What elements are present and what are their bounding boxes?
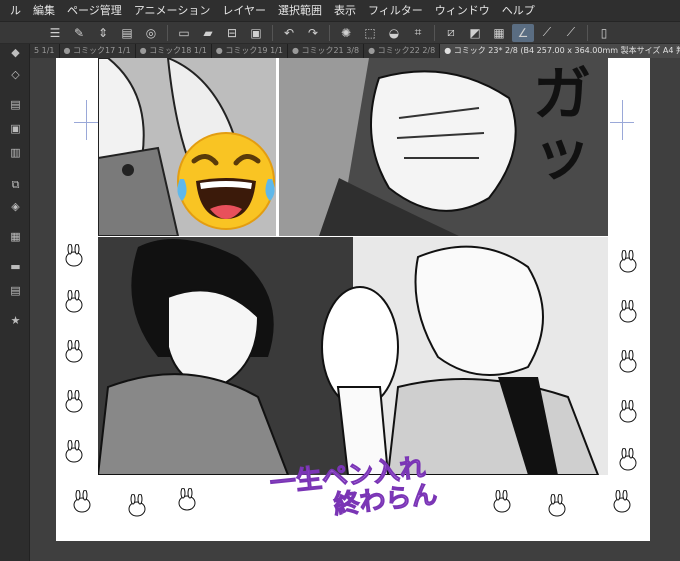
clip-studio-window: ル 編集 ページ管理 アニメーション レイヤー 選択範囲 表示 フィルター ウィ… [0, 0, 680, 561]
snap-grid-icon[interactable]: ▦ [488, 24, 510, 42]
layer-icon[interactable]: ▤ [116, 24, 138, 42]
panel-art [98, 237, 608, 475]
folder-icon[interactable]: ▰ [197, 24, 219, 42]
layer-panel-icon[interactable]: ▤ [8, 98, 23, 111]
bunny-doodle-icon [613, 490, 631, 513]
clear-selection-icon[interactable]: ⬚ [359, 24, 381, 42]
bunny-doodle-icon [65, 340, 83, 363]
menu-item-layer[interactable]: レイヤー [216, 0, 272, 22]
bunny-doodle-icon [128, 494, 146, 517]
tool-palette: ◆ ◇ ▤ ▣ ▥ ⧉ ◈ ▦ ▬ ▤ ★ [0, 44, 30, 561]
bunny-doodle-icon [493, 490, 511, 513]
command-bar: ☰ ✎ ⇕ ▤ ◎ ▭ ▰ ⊟ ▣ ↶ ↷ ✺ ⬚ ◒ ⌗ ⧄ ◩ ▦ ∠ ⟋ … [0, 22, 680, 44]
redo-icon[interactable]: ↷ [302, 24, 324, 42]
fill-icon[interactable]: ◒ [383, 24, 405, 42]
bunny-doodle-icon [619, 250, 637, 273]
history-icon[interactable]: ▤ [8, 284, 23, 297]
menu-bar: ル 編集 ページ管理 アニメーション レイヤー 選択範囲 表示 フィルター ウィ… [0, 0, 680, 22]
crop-mark [622, 100, 623, 140]
tab-label: コミック22 [377, 46, 420, 55]
bunny-doodle-icon [65, 390, 83, 413]
hamburger-icon[interactable]: ☰ [44, 24, 66, 42]
folder-icon[interactable]: ▬ [8, 260, 23, 273]
bunny-doodle-icon [619, 448, 637, 471]
hide-selection-icon[interactable]: ⧄ [440, 24, 462, 42]
bunny-doodle-icon [619, 400, 637, 423]
open-file-icon[interactable]: ▭ [173, 24, 195, 42]
menu-item-view[interactable]: 表示 [328, 0, 362, 22]
new-file-icon[interactable]: ✎ [68, 24, 90, 42]
layer-property-icon[interactable]: ⧉ [8, 178, 23, 191]
tab-page: 3/8 [346, 46, 360, 55]
tab-label: 5 [34, 46, 40, 55]
tab-page: 1/1 [117, 46, 131, 55]
bunny-doodle-icon [178, 488, 196, 511]
divider [587, 24, 588, 41]
bunny-doodle-icon [73, 490, 91, 513]
document-tab-bar: 5 1/1 ● コミック17 1/1 ● コミック18 1/1 ● コミック19… [30, 44, 680, 58]
eraser-icon[interactable]: ◇ [8, 68, 23, 81]
pen-tool-icon[interactable]: ∠ [512, 23, 534, 42]
bunny-doodle-icon [548, 494, 566, 517]
brush-tool-icon[interactable]: ⟋ [536, 24, 558, 42]
tab-page: 1/1 [41, 46, 55, 55]
bunny-doodle-icon [65, 290, 83, 313]
tablet-icon[interactable]: ▯ [593, 24, 615, 42]
bunny-doodle-icon [65, 440, 83, 463]
crop-mark [86, 100, 87, 140]
menu-item-page-management[interactable]: ページ管理 [61, 0, 128, 22]
menu-item-file[interactable]: ル [4, 0, 27, 22]
tab-page: 1/1 [270, 46, 283, 55]
tab-partial[interactable]: 5 1/1 [30, 44, 60, 58]
record-icon[interactable]: ◎ [140, 24, 162, 42]
star-icon[interactable]: ★ [8, 314, 23, 327]
menu-item-window[interactable]: ウィンドウ [429, 0, 496, 22]
tab-comic-19[interactable]: ● コミック19 1/1 [211, 44, 288, 58]
sound-effect-text: ガッ [532, 60, 591, 188]
stepper-icon[interactable]: ⇕ [92, 24, 114, 42]
tab-page: 2/8 [422, 46, 436, 55]
tab-comic-17[interactable]: ● コミック17 1/1 [59, 44, 136, 58]
tab-label: コミック19 [225, 46, 268, 55]
menu-item-selection[interactable]: 選択範囲 [272, 0, 328, 22]
divider [167, 24, 168, 41]
divider [272, 24, 273, 41]
subview-icon[interactable]: ▥ [8, 146, 23, 159]
menu-item-help[interactable]: ヘルプ [496, 0, 541, 22]
menu-item-edit[interactable]: 編集 [27, 0, 61, 22]
divider [434, 24, 435, 41]
loading-icon[interactable]: ✺ [335, 24, 357, 42]
snap-ruler-icon[interactable]: ◩ [464, 24, 486, 42]
bunny-doodle-icon [619, 300, 637, 323]
tab-label: コミック 23* 2/8 (B4 257.00 x 364.00mm 製本サイズ… [453, 46, 680, 55]
fill-bucket-icon[interactable]: ◆ [8, 46, 23, 59]
transform-icon[interactable]: ⌗ [407, 24, 429, 42]
navigator-icon[interactable]: ▣ [8, 122, 23, 135]
divider [329, 24, 330, 41]
pencil-tool-icon[interactable]: ⟋ [560, 24, 582, 42]
layers-icon[interactable]: ◈ [8, 200, 23, 213]
tab-comic-23[interactable]: ● コミック 23* 2/8 (B4 257.00 x 364.00mm 製本サ… [440, 44, 680, 58]
save-icon[interactable]: ⊟ [221, 24, 243, 42]
panel-bottom[interactable] [98, 237, 608, 475]
bunny-doodle-icon [65, 244, 83, 267]
calendar-icon[interactable]: ▦ [8, 230, 23, 243]
tab-comic-18[interactable]: ● コミック18 1/1 [135, 44, 212, 58]
tab-page: 1/1 [193, 46, 207, 55]
laughing-emoji-icon [177, 132, 275, 230]
undo-icon[interactable]: ↶ [278, 24, 300, 42]
tab-comic-22[interactable]: ● コミック22 2/8 [364, 44, 441, 58]
tab-comic-21[interactable]: ● コミック21 3/8 [287, 44, 365, 58]
export-icon[interactable]: ▣ [245, 24, 267, 42]
tab-label: コミック17 [73, 46, 116, 55]
menu-item-filter[interactable]: フィルター [362, 0, 429, 22]
tab-label: コミック21 [301, 46, 344, 55]
bunny-doodle-icon [619, 350, 637, 373]
menu-item-animation[interactable]: アニメーション [128, 0, 217, 22]
tab-label: コミック18 [149, 46, 192, 55]
